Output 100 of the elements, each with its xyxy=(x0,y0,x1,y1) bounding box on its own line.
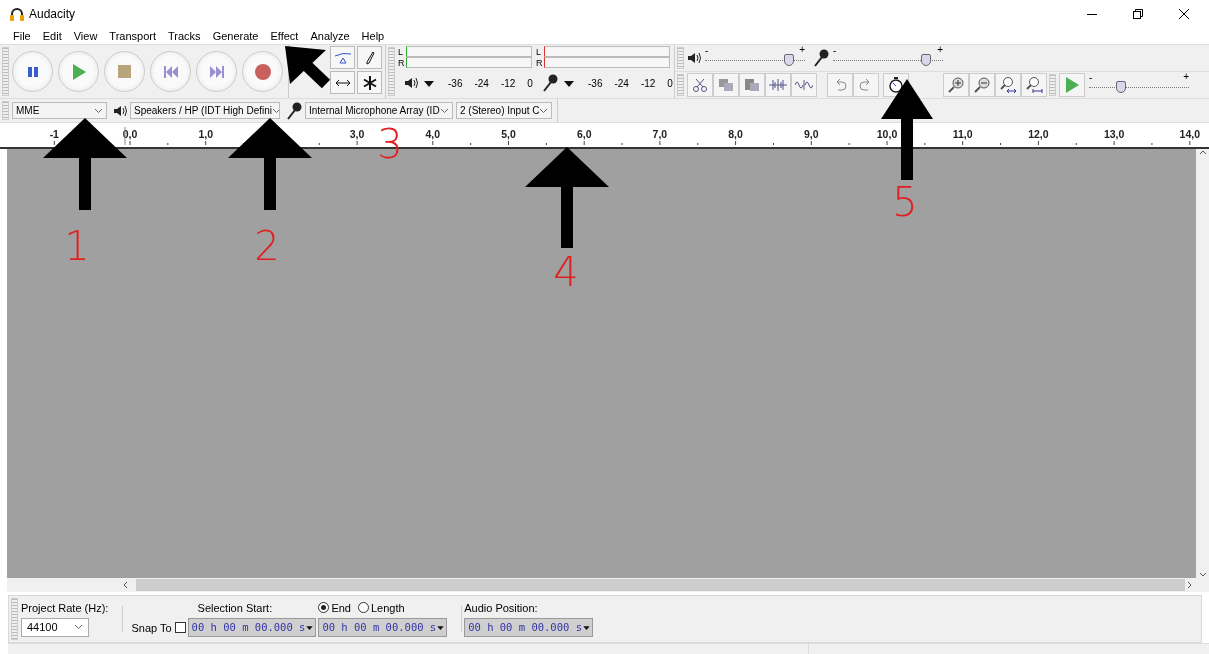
skip-start-button[interactable] xyxy=(150,51,191,92)
time-shift-tool[interactable] xyxy=(330,71,355,94)
pencil-icon xyxy=(364,50,375,65)
stop-icon xyxy=(118,65,131,78)
project-rate-dropdown[interactable]: 44100 xyxy=(21,617,89,637)
meter-scale-label: 0 xyxy=(667,77,673,89)
multi-tool[interactable] xyxy=(357,71,382,94)
trim-button[interactable] xyxy=(687,73,713,97)
annotation-number: 4 xyxy=(553,254,579,290)
minimize-icon[interactable] xyxy=(1087,13,1097,15)
menu-item[interactable]: Transport xyxy=(103,30,163,42)
annotation-number: 5 xyxy=(892,184,918,220)
speaker-icon xyxy=(113,104,127,117)
ruler-label: 6,0 xyxy=(576,128,592,140)
volume-slider[interactable]: - + xyxy=(833,48,943,68)
recording-device-dropdown[interactable]: Internal Microphone Array (ID xyxy=(305,102,453,119)
ruler-label: 10,0 xyxy=(876,128,898,140)
close-icon[interactable] xyxy=(1179,9,1189,19)
microphone-icon xyxy=(813,49,829,67)
double-arrow-icon xyxy=(335,78,350,87)
ruler-label: -1 xyxy=(49,128,59,140)
menu-item[interactable]: Help xyxy=(355,30,391,42)
play-at-speed-button[interactable] xyxy=(1059,73,1085,97)
playback-device-dropdown[interactable]: Speakers / HP (IDT High Defini xyxy=(130,102,280,119)
menu-item[interactable]: Effect xyxy=(264,30,305,42)
stop-button[interactable] xyxy=(104,51,145,92)
window-title: Audacity xyxy=(29,7,76,21)
record-button[interactable] xyxy=(242,51,283,92)
annotation-number: 2 xyxy=(254,228,280,264)
menu-item[interactable]: View xyxy=(67,30,104,42)
draw-tool[interactable] xyxy=(357,46,382,69)
ruler-label: 1,0 xyxy=(198,128,213,140)
menu-item[interactable]: Generate xyxy=(206,30,265,42)
ruler-label: 12,0 xyxy=(1028,128,1049,140)
menu-item[interactable]: File xyxy=(7,30,37,42)
vertical-scrollbar[interactable] xyxy=(1196,149,1209,578)
time-control[interactable]: 00 h 00 m 00.000 s xyxy=(318,617,448,637)
speaker-icon xyxy=(687,52,701,64)
mode-radio[interactable]: End xyxy=(318,601,351,614)
recording-channels-dropdown[interactable]: 2 (Stereo) Input C xyxy=(456,102,552,119)
skip-end-button[interactable] xyxy=(196,51,237,92)
paste-button[interactable] xyxy=(739,73,765,97)
zoom-out-button[interactable] xyxy=(969,73,995,97)
ruler-label: 7,0 xyxy=(652,128,668,140)
ruler-label: 11,0 xyxy=(952,128,973,140)
pages-icon xyxy=(718,78,734,92)
time-control[interactable]: 00 h 00 m 00.000 s xyxy=(187,617,317,637)
menu-item[interactable]: Tracks xyxy=(162,30,207,42)
envelope-tool[interactable] xyxy=(330,46,355,69)
microphone-icon xyxy=(286,101,302,120)
field-label: Selection Start: xyxy=(196,601,274,614)
play-icon xyxy=(71,63,86,80)
snap-to-checkbox[interactable] xyxy=(174,622,186,633)
restore-icon[interactable] xyxy=(1133,9,1143,19)
volume-slider[interactable]: - + xyxy=(705,48,805,68)
scroll-right-icon[interactable] xyxy=(1187,581,1193,589)
trim-audio-button[interactable] xyxy=(765,73,791,97)
scissors-icon xyxy=(692,78,708,92)
zoom-fit-icon xyxy=(999,77,1017,93)
chevron-down-icon xyxy=(440,107,449,114)
channel-label: R xyxy=(536,57,544,68)
microphone-icon xyxy=(542,74,558,92)
horizontal-scrollbar[interactable] xyxy=(7,578,1209,592)
field-label: Project Rate (Hz): xyxy=(21,601,109,614)
toolbar-grip[interactable] xyxy=(677,74,684,96)
toolbar-grip[interactable] xyxy=(1049,74,1056,96)
toolbar-grip[interactable] xyxy=(388,47,395,96)
scroll-up-icon[interactable] xyxy=(1198,149,1207,155)
mode-radio[interactable]: Length xyxy=(357,601,405,614)
meter-scale-label: -12 xyxy=(640,77,656,89)
pause-button[interactable] xyxy=(12,51,53,92)
ruler-label: 14,0 xyxy=(1179,128,1200,140)
menu-item[interactable]: Analyze xyxy=(304,30,356,42)
toolbar-grip[interactable] xyxy=(677,47,684,69)
envelope-icon xyxy=(333,50,352,65)
toolbar-grip[interactable] xyxy=(11,598,18,640)
ruler-label: 8,0 xyxy=(728,128,743,140)
menu-item[interactable]: Edit xyxy=(36,30,68,42)
chevron-down-icon xyxy=(272,107,279,114)
scroll-down-icon[interactable] xyxy=(1198,572,1207,578)
copy-button[interactable] xyxy=(713,73,739,97)
scroll-left-icon[interactable] xyxy=(122,581,128,589)
play-button[interactable] xyxy=(58,51,99,92)
asterisk-icon xyxy=(362,75,377,90)
chevron-down-icon xyxy=(74,624,83,630)
channel-label: R xyxy=(398,57,406,68)
channel-label: L xyxy=(536,46,542,57)
toolbar-grip[interactable] xyxy=(2,101,9,120)
fit-selection-button[interactable] xyxy=(995,73,1021,97)
silence-button[interactable] xyxy=(791,73,817,97)
toolbar-grip[interactable] xyxy=(2,47,9,96)
zoom-in-button[interactable] xyxy=(943,73,969,97)
play-icon xyxy=(1065,77,1079,93)
headphones-icon xyxy=(10,7,24,21)
field-label: Snap To xyxy=(131,621,172,634)
fit-project-button[interactable] xyxy=(1021,73,1047,97)
audio-host-dropdown[interactable]: MME xyxy=(12,102,107,119)
scrollbar-thumb[interactable] xyxy=(136,579,1185,591)
time-control[interactable]: 00 h 00 m 00.000 s xyxy=(464,617,593,637)
volume-slider[interactable]: - + xyxy=(1089,75,1189,95)
